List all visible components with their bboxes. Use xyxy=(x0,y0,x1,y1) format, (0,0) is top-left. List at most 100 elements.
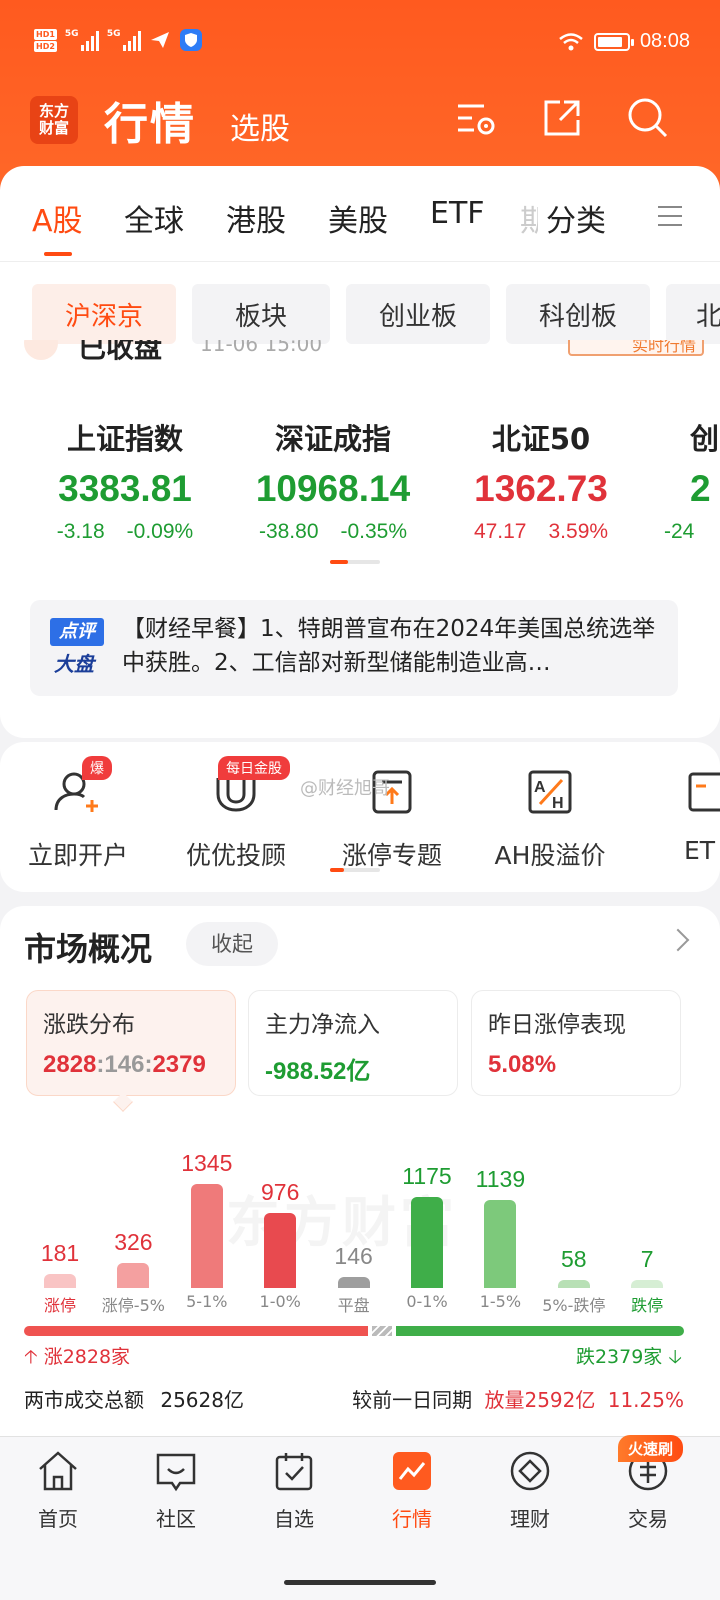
tab-futures[interactable]: 期 xyxy=(520,196,538,240)
index-change: -38.80 -0.35% xyxy=(230,520,436,544)
quotes-card: A股 全球 港股 美股 ETF 期 分类 沪深京 板块 创业板 科创板 北 已收… xyxy=(0,166,720,738)
market-commentary-banner[interactable]: 点评 大盘 【财经早餐】1、特朗普宣布在2024年美国总统选举中获胜。2、工信部… xyxy=(30,600,678,696)
page-title: 行情 xyxy=(104,99,196,150)
tab-us[interactable]: 美股 xyxy=(328,196,388,240)
stat-limit-up-performance[interactable]: 昨日涨停表现 5.08% xyxy=(471,990,681,1096)
nav-label: 理财 xyxy=(510,1507,550,1531)
nav-home[interactable]: 首页 xyxy=(8,1449,108,1532)
bar-value-label: 146 xyxy=(334,1243,373,1269)
status-right: 08:08 xyxy=(558,30,690,53)
shield-icon xyxy=(179,29,202,51)
chip-star[interactable]: 科创板 xyxy=(506,284,650,344)
index-name: 北证50 xyxy=(491,422,591,456)
clock: 08:08 xyxy=(639,30,690,52)
tab-global[interactable]: 全球 xyxy=(124,196,184,240)
bar xyxy=(411,1197,443,1288)
tab-etf[interactable]: ETF xyxy=(430,196,485,231)
bar-value-label: 1139 xyxy=(475,1166,526,1192)
compare-value: 放量2592亿 xyxy=(484,1388,596,1412)
tab-category[interactable]: 分类 xyxy=(546,196,606,240)
status-bar: HD1 HD2 5G 5G 08:08 xyxy=(0,0,720,82)
down-count-label: 跌2379家 🡣 xyxy=(576,1342,682,1375)
network-type: 5G xyxy=(64,29,79,39)
compare-label: 较前一日同期 xyxy=(352,1388,473,1412)
chip-chinext[interactable]: 创业板 xyxy=(346,284,490,344)
quick-ah-premium[interactable]: A H AH股溢价 xyxy=(480,762,620,872)
customize-settings-icon[interactable] xyxy=(454,96,498,140)
logo-line2: 财富 xyxy=(38,119,69,137)
quick-advisor[interactable]: 每日金股 优优投顾 xyxy=(166,756,306,872)
ratio-down-segment xyxy=(396,1326,684,1336)
stat-value: 2828:146:2379 xyxy=(43,1051,219,1079)
commentary-text: 【财经早餐】1、特朗普宣布在2024年美国总统选举中获胜。2、工信部对新型储能制… xyxy=(122,616,656,676)
chip-bse[interactable]: 北 xyxy=(666,284,720,344)
compare-pct: 11.25% xyxy=(607,1388,684,1412)
home-indicator[interactable] xyxy=(284,1580,436,1585)
gesture-area xyxy=(0,1542,720,1600)
bar-category-label: 平盘 xyxy=(337,1296,370,1315)
index-value: 3383.81 xyxy=(58,468,192,509)
stat-distribution[interactable]: 涨跌分布 2828:146:2379 xyxy=(26,990,236,1096)
stat-label: 昨日涨停表现 xyxy=(488,1012,626,1038)
bar-category-label: 跌停 xyxy=(631,1296,664,1315)
turnover-label: 两市成交总额 xyxy=(24,1388,144,1412)
index-card-shenzhen[interactable]: 深证成指 10968.14 -38.80 -0.35% xyxy=(230,416,436,544)
network-type-2: 5G xyxy=(106,29,121,39)
signal-icon-2: 5G xyxy=(107,29,141,51)
index-card-chinext[interactable]: 创 2 -24 xyxy=(662,416,720,544)
index-value: 10968.14 xyxy=(255,468,411,509)
index-change: -24 xyxy=(664,520,720,544)
svg-text:A: A xyxy=(534,779,546,796)
nav-wealth[interactable]: 理财 xyxy=(480,1449,580,1532)
nav-community[interactable]: 社区 xyxy=(126,1449,226,1532)
tab-hk[interactable]: 港股 xyxy=(226,196,286,240)
index-change-abs: -24 xyxy=(664,520,695,543)
quick-label: 涨停专题 xyxy=(341,841,442,870)
distribution-bar-chart: 东方财富 181 涨停 326 涨停-5% 1345 5-1% 976 1-0% 146 平盘 11… xyxy=(0,1118,720,1318)
chip-sectors[interactable]: 板块 xyxy=(192,284,330,344)
stat-net-inflow[interactable]: 主力净流入 -988.52亿 xyxy=(248,990,458,1096)
hot-badge[interactable]: 火速刷 xyxy=(618,1435,684,1462)
bar-category-label: 1-0% xyxy=(259,1292,301,1311)
quick-etf[interactable]: ET xyxy=(640,762,720,865)
index-pager xyxy=(330,560,380,564)
bar-column: 976 xyxy=(244,1179,316,1288)
search-icon[interactable] xyxy=(626,96,670,140)
realtime-badge[interactable]: 实时行情 xyxy=(568,340,704,356)
chip-sh-sz-bj[interactable]: 沪深京 xyxy=(32,284,176,344)
badge-line2: 大盘 xyxy=(54,652,94,676)
index-name: 创 xyxy=(690,422,720,456)
index-name: 深证成指 xyxy=(274,422,391,456)
up-count-label: 🡡 涨2828家 xyxy=(24,1342,130,1375)
chevron-right-icon[interactable] xyxy=(666,928,690,952)
bar-value-label: 976 xyxy=(261,1179,300,1205)
index-change-pct: 3.59% xyxy=(548,520,609,543)
up-count-text: 涨2828家 xyxy=(43,1346,131,1368)
nav-market[interactable]: 行情 xyxy=(362,1449,462,1532)
index-card-shanghai[interactable]: 上证指数 3383.81 -3.18 -0.09% xyxy=(22,416,228,544)
bar-value-label: 181 xyxy=(40,1240,80,1266)
turnover-compare: 较前一日同期 放量2592亿 11.25% xyxy=(352,1384,684,1413)
tab-a-shares[interactable]: A股 xyxy=(32,196,83,240)
bar-column: 1175 xyxy=(391,1163,463,1288)
index-change: 47.17 3.59% xyxy=(438,520,644,544)
stock-picker-link[interactable]: 选股 xyxy=(230,104,290,148)
collapse-button[interactable]: 收起 xyxy=(186,922,278,966)
market-icon xyxy=(393,1452,431,1490)
app-logo[interactable]: 东方 财富 xyxy=(30,96,78,144)
bar-column: 326 xyxy=(97,1229,169,1288)
bar-category-label: 5%-跌停 xyxy=(542,1296,606,1315)
status-left: HD1 HD2 5G 5G xyxy=(34,28,203,52)
nav-watchlist[interactable]: 自选 xyxy=(244,1449,344,1532)
index-card-bse50[interactable]: 北证50 1362.73 47.17 3.59% xyxy=(438,416,644,544)
quick-open-account[interactable]: 爆 立即开户 xyxy=(8,756,148,872)
share-icon[interactable] xyxy=(540,96,584,140)
down-count: 2379 xyxy=(152,1051,206,1078)
bar-value-label: 1345 xyxy=(181,1150,233,1176)
up-count: 2828 xyxy=(43,1051,97,1078)
menu-icon[interactable] xyxy=(658,206,682,228)
nav-label: 自选 xyxy=(274,1507,314,1531)
quick-entry-card: 爆 立即开户 每日金股 优优投顾 涨停专题 A H AH股溢价 ET @财经旭哥 xyxy=(0,742,720,892)
ratio-up-segment xyxy=(24,1326,368,1336)
index-name: 上证指数 xyxy=(66,422,183,456)
